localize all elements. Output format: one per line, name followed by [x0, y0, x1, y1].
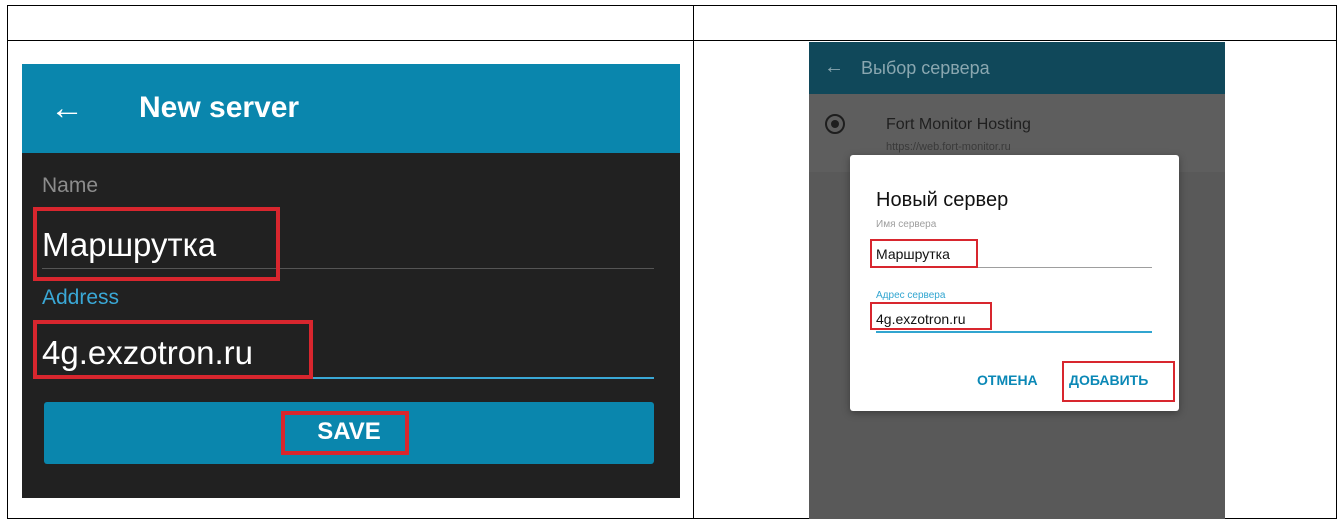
server-address-underline	[876, 331, 1152, 333]
back-arrow-icon[interactable]: ←	[50, 88, 84, 128]
page-title: New server	[139, 91, 300, 124]
cancel-button[interactable]: ОТМЕНА	[977, 372, 1038, 388]
table-row-divider	[7, 40, 1337, 41]
server-name-label: Имя сервера	[876, 219, 937, 230]
radio-dot	[831, 120, 839, 128]
name-label: Name	[42, 174, 99, 197]
server-name: Fort Monitor Hosting	[886, 116, 1031, 133]
server-url: https://web.fort-monitor.ru	[886, 141, 1011, 153]
highlight-box-save	[281, 411, 409, 455]
app-bar: ← New server	[22, 64, 680, 153]
server-address-label: Адрес сервера	[876, 290, 946, 301]
radio-selected-icon[interactable]	[825, 114, 845, 134]
right-screenshot-server-dialog: ← Выбор сервера Fort Monitor Hosting htt…	[809, 42, 1225, 519]
highlight-box-server-address	[870, 302, 992, 330]
dialog-title: Новый сервер	[876, 189, 1009, 211]
back-arrow-icon[interactable]: ←	[824, 55, 844, 79]
app-bar: ← Выбор сервера	[809, 42, 1225, 94]
left-screenshot-new-server: ← New server Name Маршрутка Address 4g.e…	[22, 64, 680, 498]
highlight-box-add	[1062, 361, 1175, 402]
highlight-box-name	[33, 207, 280, 281]
highlight-box-address	[33, 320, 313, 379]
table-column-divider	[693, 5, 694, 519]
page-title: Выбор сервера	[861, 58, 990, 78]
new-server-dialog: Новый сервер Имя сервера Маршрутка Адрес…	[850, 155, 1179, 411]
address-label: Address	[42, 286, 120, 309]
highlight-box-server-name	[870, 239, 978, 268]
